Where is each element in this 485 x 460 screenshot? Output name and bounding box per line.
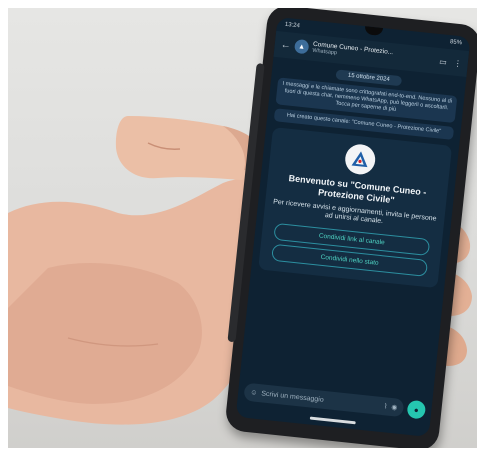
home-indicator	[309, 416, 356, 425]
video-icon[interactable]: ▭	[439, 57, 447, 67]
camera-icon[interactable]: ◉	[391, 403, 398, 412]
photo-scene: 13:24 85% ← ▲ Comune Cuneo - Protezio...…	[8, 8, 477, 448]
smartphone: 13:24 85% ← ▲ Comune Cuneo - Protezio...…	[224, 8, 477, 448]
welcome-card: Benvenuto su "Comune Cuneo - Protezione …	[258, 127, 453, 289]
status-time: 13:24	[284, 21, 301, 30]
mic-icon[interactable]: ●	[406, 399, 427, 420]
back-arrow-icon[interactable]: ←	[280, 39, 291, 51]
message-placeholder: Scrivi un messaggio	[261, 389, 325, 404]
status-battery: 85%	[449, 39, 463, 47]
more-vert-icon[interactable]: ⋮	[453, 58, 462, 68]
channel-avatar-icon[interactable]: ▲	[293, 38, 310, 55]
message-composer: ☺ Scrivi un messaggio ⌇ ◉ ●	[243, 382, 427, 421]
chat-body: 15 ottobre 2024 I messaggi e le chiamate…	[251, 57, 467, 293]
emoji-icon[interactable]: ☺	[250, 389, 258, 397]
phone-screen: 13:24 85% ← ▲ Comune Cuneo - Protezio...…	[235, 16, 471, 438]
message-input[interactable]: ☺ Scrivi un messaggio ⌇ ◉	[243, 382, 405, 418]
logo-triangle-icon	[351, 151, 368, 168]
paperclip-icon[interactable]: ⌇	[384, 402, 388, 410]
protezione-civile-logo	[343, 142, 377, 176]
